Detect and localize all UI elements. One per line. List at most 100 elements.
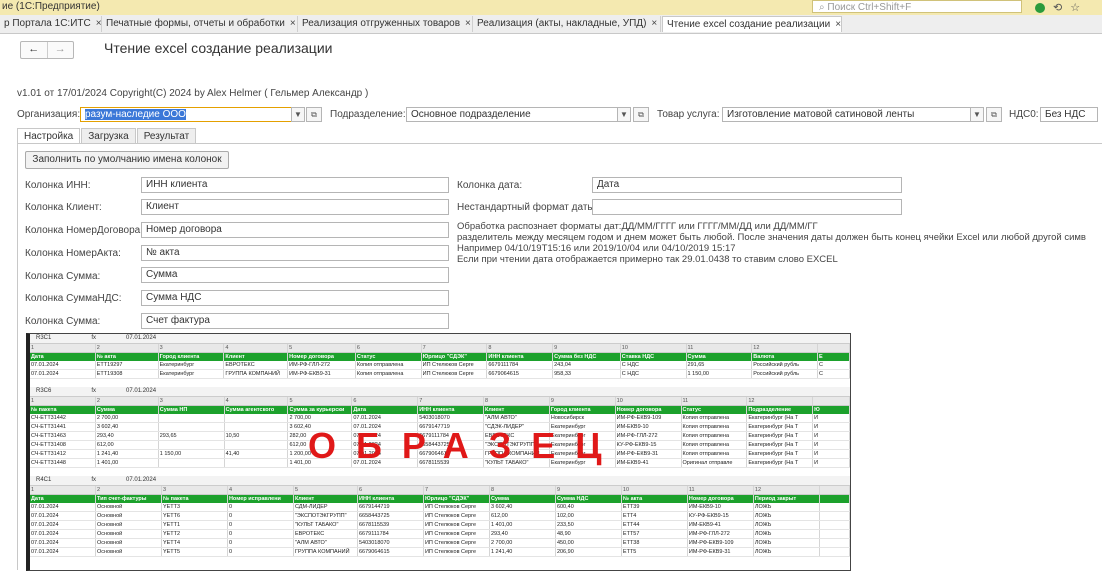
sheet-cell: ETT19308 — [96, 370, 159, 378]
sheet-cell: 11 — [682, 397, 748, 405]
sheet-cell: 3 — [162, 486, 228, 494]
sheet-cell: 3 602,40 — [96, 423, 159, 431]
org-dropdown-icon[interactable]: ▼ — [291, 107, 305, 122]
fill-defaults-button[interactable]: Заполнить по умолчанию имена колонок — [25, 151, 229, 169]
sheet-cell: КУ-РФ-ЕКВ9-15 — [616, 441, 682, 449]
sheet-cell: Оригинал отправле — [682, 459, 748, 467]
forward-arrow-icon[interactable]: → — [46, 42, 74, 58]
sum-vat-column-field[interactable]: Сумма НДС — [141, 290, 449, 306]
sheet-cell: 612,00 — [96, 441, 159, 449]
org-open-icon[interactable]: ⧉ — [306, 107, 322, 122]
favorites-icon[interactable]: ☆ — [1070, 1, 1080, 14]
inn-column-field[interactable]: ИНН клиента — [141, 177, 449, 193]
sheet-cell: 3 — [159, 344, 225, 352]
tab-shipped-goods[interactable]: Реализация отгруженных товаров × — [298, 16, 473, 32]
sheet-cell: 9 — [553, 344, 621, 352]
invoice-column-field[interactable]: Счет фактура — [141, 313, 449, 329]
sheet-cell: ИНН клиента — [487, 353, 554, 361]
dept-dropdown-icon[interactable]: ▼ — [617, 107, 631, 122]
sheet-cell: 1 401,00 — [96, 459, 159, 467]
search-placeholder: Поиск Ctrl+Shift+F — [827, 2, 912, 13]
sheet-cell: 0 — [228, 512, 294, 520]
tab-realization-acts[interactable]: Реализация (акты, накладные, УПД) × — [473, 16, 661, 32]
close-icon[interactable]: × — [96, 18, 101, 29]
sheet-cell: Сумма за курьерски — [288, 406, 353, 414]
sheet-gap — [30, 379, 850, 387]
sum-column-field[interactable]: Сумма — [141, 267, 449, 283]
sheet-cell: Екатеринбург — [159, 370, 225, 378]
close-icon[interactable]: × — [835, 19, 841, 30]
sheet-cell — [225, 414, 289, 422]
close-icon[interactable]: × — [290, 18, 296, 29]
back-arrow-icon[interactable]: ← — [21, 42, 47, 58]
service-dropdown-icon[interactable]: ▼ — [970, 107, 984, 122]
sheet-cell — [818, 344, 850, 352]
sheet-cell: Город клиента — [159, 353, 225, 361]
sheet-header-row: Дата № акта Город клиента Клиент Номер догов… — [30, 353, 850, 361]
tab-label: Реализация (акты, накладные, УПД) — [477, 18, 647, 29]
sheet-cell: "АЛМ АВТО" — [294, 539, 358, 547]
service-open-icon[interactable]: ⧉ — [986, 107, 1002, 122]
sheet-cell: 6679064615 — [358, 548, 424, 556]
sheet-cell: Дата — [30, 495, 96, 503]
act-column-field[interactable]: № акта — [141, 245, 449, 261]
sheet-column-headers: 1 2 3 4 5 6 7 8 9 10 11 12 — [30, 344, 850, 353]
sheet-cell: Клиент — [224, 353, 289, 361]
status-icon[interactable] — [1035, 2, 1045, 13]
formula-fx-icon: fx — [91, 477, 97, 483]
date-column-field[interactable]: Дата — [592, 177, 902, 193]
dept-value: Основное подразделение — [411, 109, 531, 120]
close-icon[interactable]: × — [651, 18, 657, 29]
sheet-cell: 102,00 — [556, 512, 622, 520]
sheet-cell: ETT4 — [622, 512, 688, 520]
nav-buttons: ← → — [20, 41, 74, 59]
tab-settings[interactable]: Настройка — [17, 128, 81, 144]
note-line-4: Если при чтении дата отображается пример… — [457, 254, 838, 265]
sheet-cell: 48,90 — [556, 530, 622, 538]
sheet-cell: YETT5 — [162, 548, 228, 556]
note-line-2: разделитель между месяцем годом и днем м… — [457, 232, 1086, 243]
sheet-cell: Копия отправлена — [682, 414, 748, 422]
contract-column-field[interactable]: Номер договора — [141, 222, 449, 238]
sheet-cell — [820, 512, 850, 520]
service-field[interactable]: Изготовление матовой сатиновой ленты — [722, 107, 971, 122]
sheet-cell: 2 700,00 — [96, 414, 159, 422]
history-icon[interactable]: ⟲ — [1053, 1, 1062, 14]
sheet-gap — [30, 468, 850, 476]
sheet-cell: С НДС — [621, 361, 687, 369]
sheet-cell: Копия отправлена — [682, 441, 748, 449]
client-column-field[interactable]: Клиент — [141, 199, 449, 215]
sheet-cell: 1 401,00 — [490, 521, 556, 529]
tab-its-portal[interactable]: р Портала 1С:ИТС × — [0, 16, 102, 32]
sheet-cell: ИП Стелюков Серге — [422, 361, 488, 369]
sheet-cell: ETT38 — [622, 539, 688, 547]
sheet-cell: ЛОЖЬ — [754, 503, 820, 511]
org-field[interactable]: разум-наследие ООО — [80, 107, 292, 122]
sheet-cell: Юрлицо "СДЭК" — [422, 353, 488, 361]
tab-print-forms[interactable]: Печатные формы, отчеты и обработки × — [102, 16, 298, 32]
sheet-cell: 291,65 — [687, 361, 753, 369]
sheet-cell: 7 — [424, 486, 490, 494]
custom-date-field[interactable] — [592, 199, 902, 215]
sheet-cell: Период закрыт — [754, 495, 820, 503]
sheet-formula-value: 07.01.2024 — [126, 477, 157, 483]
sheet-cell — [820, 486, 850, 494]
sheet-cell: YETT3 — [162, 503, 228, 511]
tab-result[interactable]: Результат — [136, 128, 197, 144]
dept-open-icon[interactable]: ⧉ — [633, 107, 649, 122]
sheet-data-row: 07.01.2024 Основной YETT3 0 СДМ-ЛИДЕР 6679144… — [30, 503, 850, 512]
sheet-cell: Город клиента — [550, 406, 616, 414]
close-icon[interactable]: × — [465, 18, 471, 29]
sheet-cell: ИП Стелюков Серге — [424, 503, 490, 511]
dept-field[interactable]: Основное подразделение — [406, 107, 618, 122]
tab-excel-reading[interactable]: Чтение excel создание реализации × — [662, 16, 842, 32]
sheet-cell: ИП Стелюков Серге — [422, 370, 488, 378]
search-input[interactable]: ⌕ Поиск Ctrl+Shift+F — [812, 0, 1022, 13]
sheet-cell: 12 — [752, 344, 819, 352]
sheet-cell: Дата — [352, 406, 419, 414]
sheet-cell: Основной — [96, 521, 162, 529]
sheet-data-row: 07.01.2024 Основной YETT4 0 "АЛМ АВТО" 540301… — [30, 539, 850, 548]
tab-load[interactable]: Загрузка — [81, 128, 136, 144]
vat-field[interactable]: Без НДС — [1040, 107, 1098, 122]
sheet-cell: YETT1 — [162, 521, 228, 529]
